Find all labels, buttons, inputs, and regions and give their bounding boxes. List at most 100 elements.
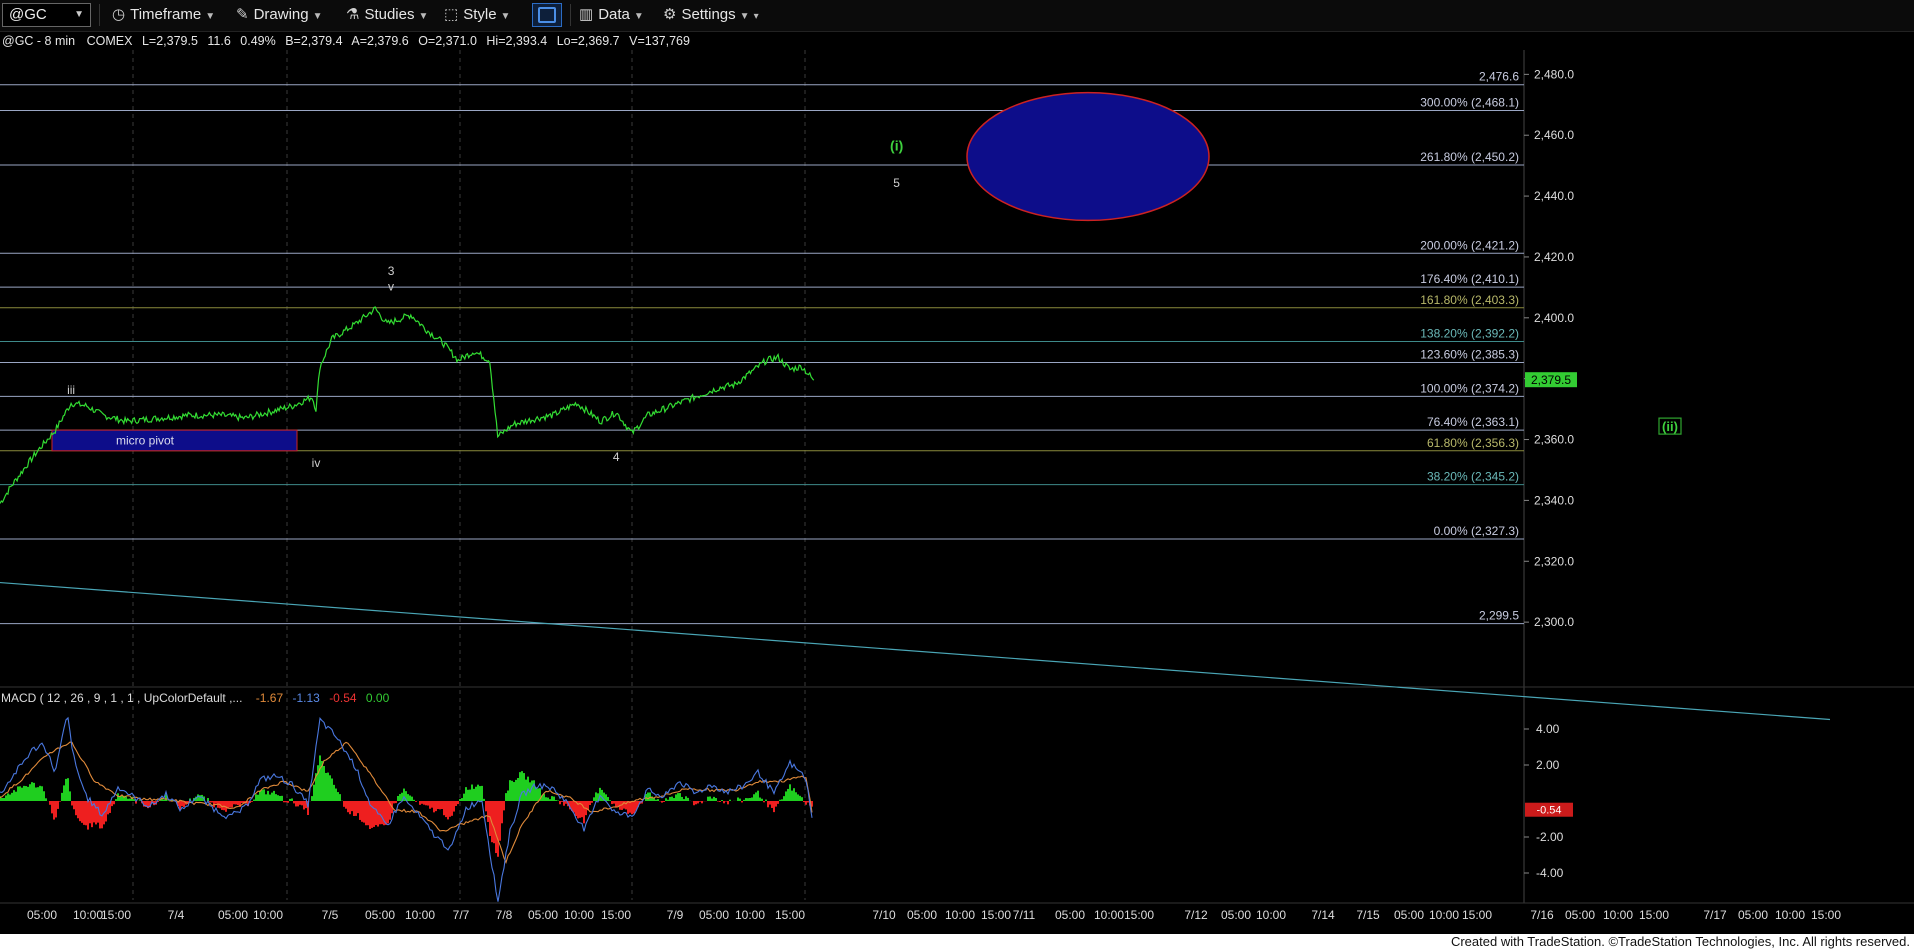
time-axis-label: 7/4	[168, 908, 185, 922]
time-axis-label: 05:00	[699, 908, 729, 922]
footer-credit: Created with TradeStation. ©TradeStation…	[0, 934, 1914, 950]
time-axis-label: 10:00	[1429, 908, 1459, 922]
macd-axis-label: 4.00	[1536, 722, 1560, 736]
time-axis-label: 10:00	[253, 908, 283, 922]
price-axis-label: 2,300.0	[1534, 615, 1574, 629]
time-axis-label: 05:00	[907, 908, 937, 922]
time-axis-label: 7/7	[453, 908, 470, 922]
time-axis-label: 10:00	[735, 908, 765, 922]
time-axis-label: 05:00	[1221, 908, 1251, 922]
macd-axis-label: -4.00	[1536, 866, 1564, 880]
wave-label: 3	[388, 264, 395, 278]
price-axis-label: 2,400.0	[1534, 311, 1574, 325]
time-axis: 05:00 10:0015:00 7/4 05:00 10:00 7/5 05:00 10:0…	[27, 908, 1841, 922]
price-axis-label: 2,440.0	[1534, 189, 1574, 203]
time-axis-label: 15:00	[1124, 908, 1154, 922]
price-axis-label: 2,320.0	[1534, 554, 1574, 568]
time-axis-label: 7/10	[872, 908, 896, 922]
macd-current-label: -0.54	[1536, 805, 1561, 817]
macd-current-tag: -0.54	[1525, 802, 1573, 817]
macd-axis-label: 2.00	[1536, 758, 1560, 772]
price-chart[interactable]: @GC - 8 min COMEX L=2,379.5 11.6 0.49% B…	[0, 0, 1914, 934]
wave-label: (i)	[890, 137, 903, 153]
fib-level-label: 200.00% (2,421.2)	[1420, 238, 1519, 252]
fib-levels: 2,476.6 300.00% (2,468.1) 261.80% (2,450.2…	[0, 70, 1524, 625]
macd-signal-line	[0, 741, 813, 864]
footer-text: Created with TradeStation. ©TradeStation…	[1450, 934, 1910, 949]
header-change: 11.6	[207, 34, 230, 48]
wave-label: 4	[613, 450, 620, 464]
time-axis-label: 15:00	[101, 908, 131, 922]
macd-value: -1.67	[256, 691, 284, 705]
wave-label: iv	[312, 456, 321, 470]
macd-signal-value: -1.13	[292, 691, 320, 705]
time-axis-label: 7/9	[667, 908, 684, 922]
header-change-pct: 0.49%	[240, 34, 275, 48]
fib-level-label: 123.60% (2,385.3)	[1420, 348, 1519, 362]
target-zone-ellipse[interactable]	[966, 91, 1210, 222]
price-axis-label: 2,460.0	[1534, 128, 1574, 142]
time-axis-label: 7/5	[322, 908, 339, 922]
wave-label: 5	[893, 176, 900, 190]
price-axis-label: 2,340.0	[1534, 493, 1574, 507]
time-axis-label: 7/16	[1530, 908, 1554, 922]
price-line	[0, 306, 815, 504]
fib-level-label: 138.20% (2,392.2)	[1420, 327, 1519, 341]
price-series-group	[0, 306, 815, 504]
time-axis-label: 10:00	[73, 908, 103, 922]
header-bid: B=2,379.4	[285, 34, 342, 48]
time-axis-label: 05:00	[218, 908, 248, 922]
micro-pivot-box[interactable]	[51, 429, 298, 452]
macd-line	[0, 716, 813, 902]
micro-pivot-label: micro pivot	[116, 433, 175, 447]
price-axis-label: 2,480.0	[1534, 67, 1574, 81]
time-axis-label: 05:00	[27, 908, 57, 922]
fib-level-label: 161.80% (2,403.3)	[1420, 293, 1519, 307]
time-axis-label: 7/15	[1356, 908, 1380, 922]
fib-level-label: 38.20% (2,345.2)	[1427, 470, 1519, 484]
time-axis-label: 7/8	[496, 908, 513, 922]
fib-level-label: 2,476.6	[1479, 70, 1519, 84]
macd-zero-value: 0.00	[366, 691, 390, 705]
wave-ii-marker: (ii)	[1658, 417, 1682, 435]
time-axis-label: 05:00	[365, 908, 395, 922]
time-axis-label: 05:00	[1565, 908, 1595, 922]
time-axis-label: 05:00	[1738, 908, 1768, 922]
macd-diff-value: -0.54	[329, 691, 357, 705]
time-axis-label: 10:00	[405, 908, 435, 922]
symbol-header: @GC - 8 min COMEX L=2,379.5 11.6 0.49% B…	[2, 34, 690, 48]
fib-level-label: 100.00% (2,374.2)	[1420, 381, 1519, 395]
time-axis-label: 7/14	[1311, 908, 1335, 922]
micro-pivot-zone[interactable]: micro pivot	[51, 429, 298, 452]
time-axis-label: 15:00	[601, 908, 631, 922]
time-axis-label: 7/12	[1184, 908, 1208, 922]
current-price-label: 2,379.5	[1531, 373, 1571, 387]
header-ask: A=2,379.6	[351, 34, 408, 48]
macd-title-text: MACD ( 12 , 26 , 9 , 1 , 1 , UpColorDefa…	[1, 691, 242, 705]
time-axis-label: 05:00	[1394, 908, 1424, 922]
wave-label: v	[388, 279, 394, 293]
time-axis-label: 10:00	[564, 908, 594, 922]
time-axis-label: 10:00	[1603, 908, 1633, 922]
price-axis-label: 2,360.0	[1534, 433, 1574, 447]
fib-level-label: 2,299.5	[1479, 609, 1519, 623]
fib-level-label: 300.00% (2,468.1)	[1420, 96, 1519, 110]
macd-title: MACD ( 12 , 26 , 9 , 1 , 1 , UpColorDefa…	[1, 691, 390, 705]
fib-level-label: 76.40% (2,363.1)	[1427, 415, 1519, 429]
price-axis: 2,480.02,460.02,440.02,420.02,400.02,380…	[1524, 67, 1574, 629]
macd-histogram	[0, 755, 813, 857]
fib-level-label: 0.00% (2,327.3)	[1434, 524, 1519, 538]
time-axis-label: 15:00	[1462, 908, 1492, 922]
time-axis-label: 10:00	[945, 908, 975, 922]
current-price-tag: 2,379.5	[1525, 372, 1577, 388]
header-high: Hi=2,393.4	[486, 34, 547, 48]
time-axis-label: 10:00	[1094, 908, 1124, 922]
fib-level-label: 61.80% (2,356.3)	[1427, 436, 1519, 450]
time-axis-label: 7/11	[1013, 908, 1036, 922]
time-axis-label: 15:00	[775, 908, 805, 922]
time-axis-label: 10:00	[1256, 908, 1286, 922]
macd-axis-label: -2.00	[1536, 830, 1564, 844]
header-open: O=2,371.0	[418, 34, 477, 48]
fib-level-label: 176.40% (2,410.1)	[1420, 272, 1519, 286]
time-axis-label: 7/17	[1703, 908, 1727, 922]
